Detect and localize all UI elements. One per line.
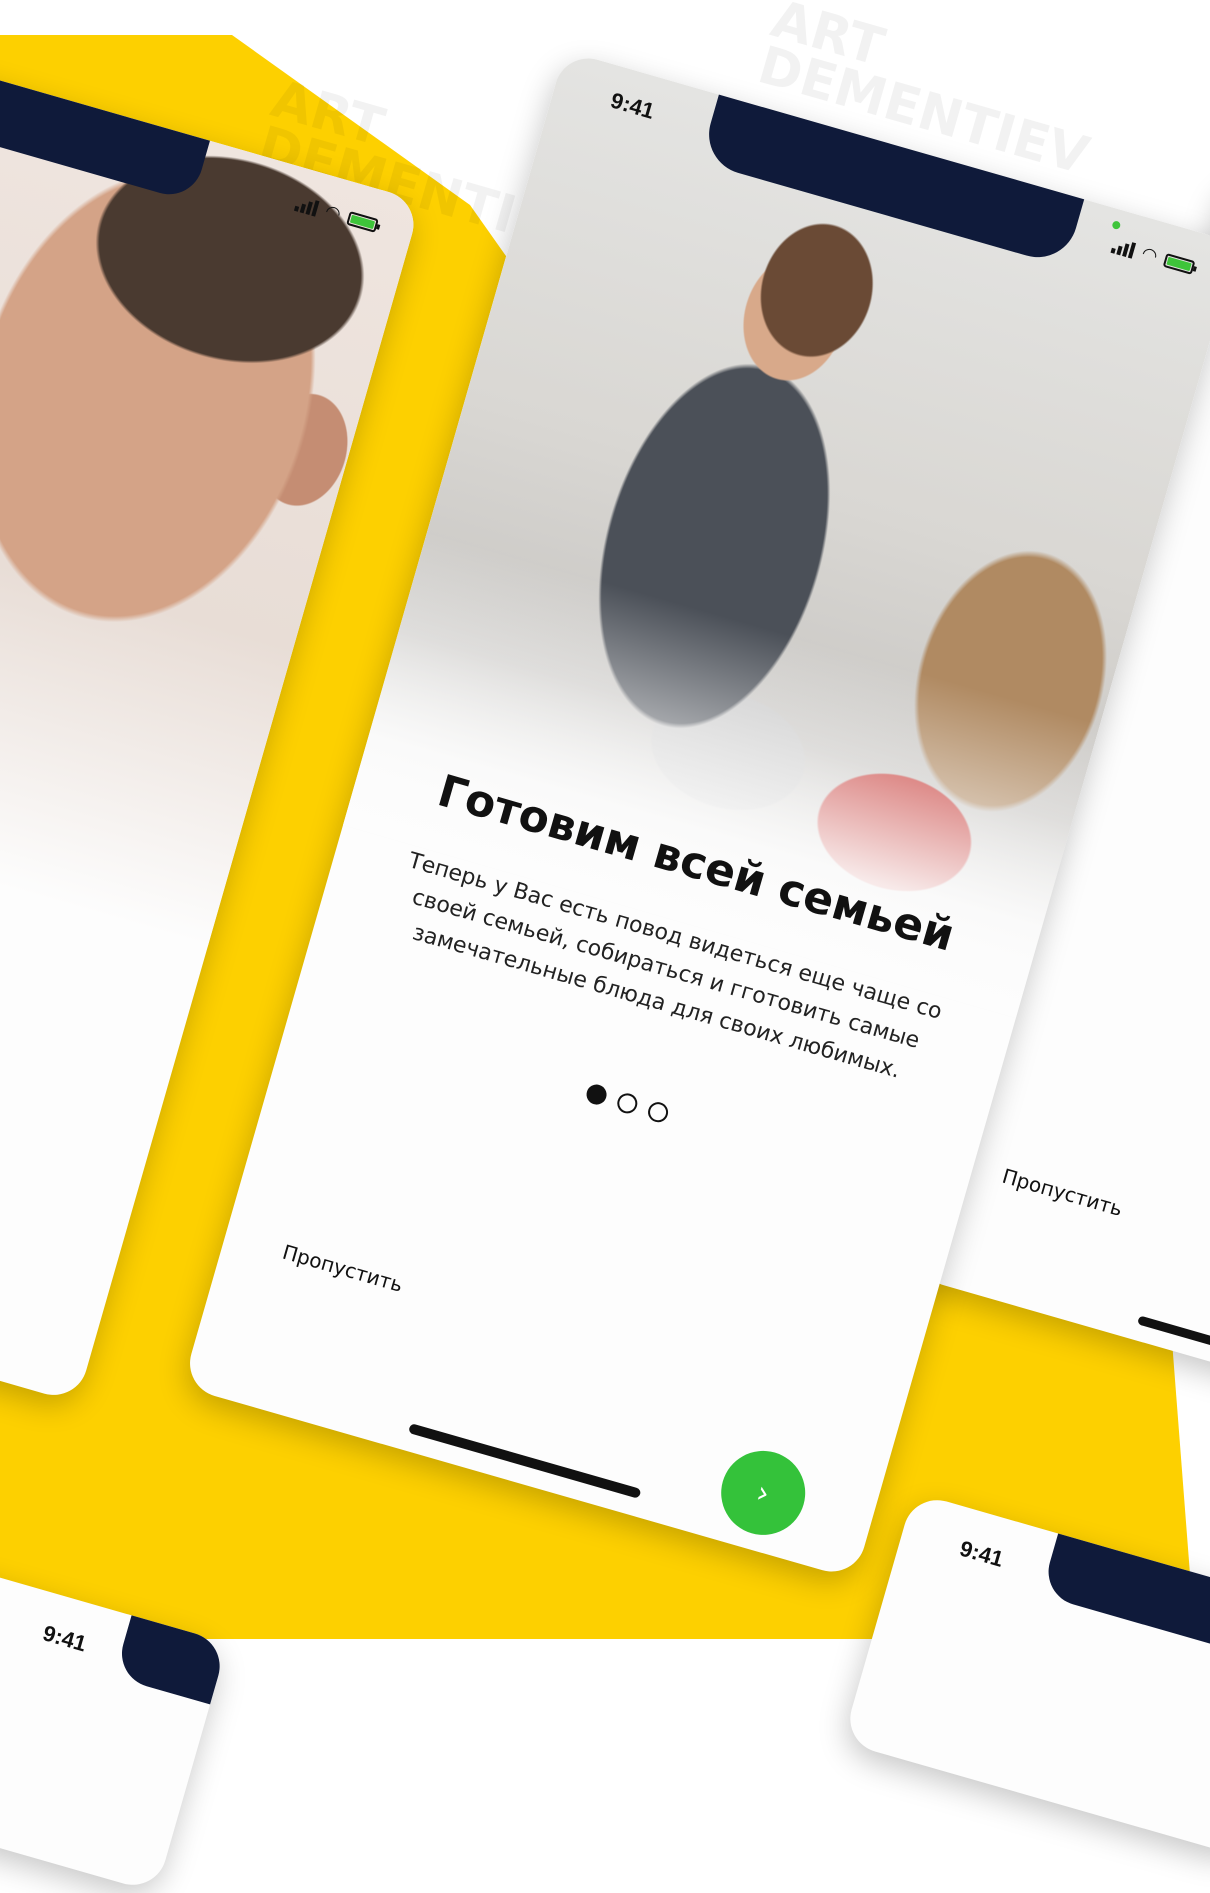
wifi-icon: ◠ xyxy=(1139,242,1160,268)
status-time: 9:41 xyxy=(957,1535,1007,1572)
skip-button[interactable]: Пропустить xyxy=(280,1240,406,1297)
skip-button[interactable]: Пропустить xyxy=(1000,1164,1126,1221)
wifi-icon: ◠ xyxy=(322,200,344,226)
chevron-right-icon: › xyxy=(752,1474,774,1512)
next-button[interactable]: › xyxy=(711,1440,816,1545)
page-dot-active[interactable] xyxy=(584,1082,609,1107)
page-dot[interactable] xyxy=(614,1091,640,1116)
page-dot[interactable] xyxy=(645,1099,671,1125)
